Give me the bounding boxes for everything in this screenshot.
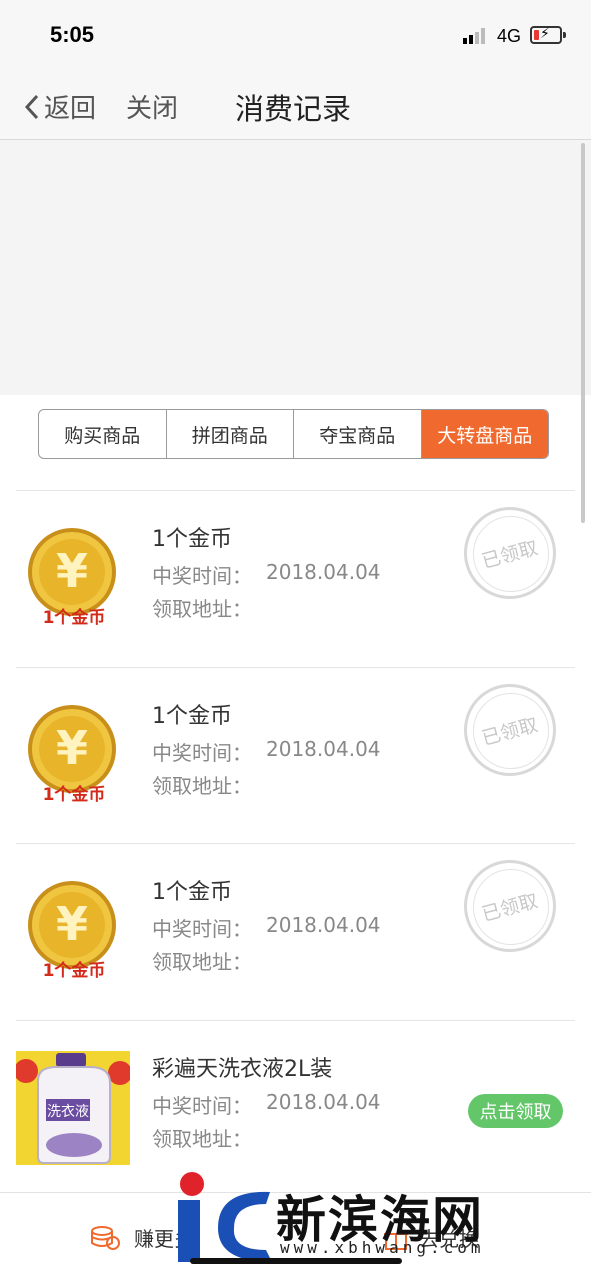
claimed-stamp: 已领取 (464, 507, 556, 599)
coin-symbol: ¥ (56, 897, 88, 951)
coin-symbol: ¥ (56, 544, 88, 598)
item-name: 1个金币 (152, 527, 232, 552)
watermark-emblem-icon (178, 1172, 272, 1262)
home-indicator (190, 1258, 402, 1264)
signal-icon (463, 28, 485, 44)
item-name: 1个金币 (152, 880, 232, 905)
close-button[interactable]: 关闭 (126, 88, 178, 125)
coin-image-text: 1个金币 (43, 960, 106, 980)
list-item[interactable]: ¥ 1个金币 1个金币 中奖时间： 2018.04.04 领取地址： 已领取 (0, 668, 591, 844)
tab-wheel[interactable]: 大转盘商品 (421, 410, 548, 458)
product-image-text: 洗衣液 (47, 1104, 89, 1120)
category-tabs: 购买商品 拼团商品 夺宝商品 大转盘商品 (38, 409, 549, 459)
page-title: 消费记录 (235, 92, 352, 126)
product-image: 洗衣液 (16, 1051, 130, 1165)
win-time-label: 中奖时间： (152, 741, 252, 765)
list-item[interactable]: ¥ 1个金币 1个金币 中奖时间： 2018.04.04 领取地址： 已领取 (0, 491, 591, 667)
watermark-logo: 新滨海网 www.xbhwang.com (170, 1170, 570, 1270)
coin-image-text: 1个金币 (43, 607, 106, 627)
win-time-label: 中奖时间： (152, 917, 252, 941)
win-time-value: 2018.04.04 (266, 560, 381, 584)
battery-tip (563, 32, 566, 38)
back-button[interactable]: 返回 (24, 88, 96, 125)
chevron-left-icon (24, 94, 39, 119)
tab-group-buy[interactable]: 拼团商品 (167, 410, 294, 458)
status-time: 5:05 (50, 22, 95, 47)
coin-image-text: 1个金币 (43, 784, 106, 804)
claim-button[interactable]: 点击领取 (468, 1094, 563, 1128)
gold-coin-icon: ¥ 1个金币 (28, 881, 116, 980)
address-label: 领取地址： (152, 774, 252, 798)
gold-coin-icon: ¥ 1个金币 (28, 528, 116, 627)
claimed-stamp: 已领取 (464, 684, 556, 776)
address-label: 领取地址： (152, 597, 252, 621)
back-label: 返回 (44, 94, 97, 124)
detergent-bottle-icon: 洗衣液 (16, 1053, 130, 1164)
win-time-label: 中奖时间： (152, 564, 252, 588)
network-label: 4G (497, 26, 522, 46)
battery-icon: ⚡ (530, 26, 562, 44)
watermark-url: www.xbhwang.com (280, 1238, 485, 1257)
win-time-label: 中奖时间： (152, 1094, 252, 1118)
address-label: 领取地址： (152, 950, 252, 974)
status-bar: 5:05 4G ⚡ (0, 0, 591, 70)
coin-symbol: ¥ (56, 721, 88, 775)
win-time-value: 2018.04.04 (266, 1090, 381, 1114)
item-name: 彩遍天洗衣液2L装 (152, 1057, 333, 1082)
nav-bar: 返回 关闭 消费记录 (0, 70, 591, 140)
tab-treasure[interactable]: 夺宝商品 (294, 410, 422, 458)
banner-area (0, 140, 591, 395)
address-label: 领取地址： (152, 1127, 252, 1151)
scrollbar[interactable] (581, 143, 585, 523)
item-name: 1个金币 (152, 704, 232, 729)
win-time-value: 2018.04.04 (266, 737, 381, 761)
tab-purchase[interactable]: 购买商品 (39, 410, 167, 458)
win-time-value: 2018.04.04 (266, 913, 381, 937)
list-item[interactable]: ¥ 1个金币 1个金币 中奖时间： 2018.04.04 领取地址： 已领取 (0, 844, 591, 1020)
gold-coin-icon: ¥ 1个金币 (28, 705, 116, 804)
coins-icon (91, 1225, 120, 1250)
claimed-stamp: 已领取 (464, 860, 556, 952)
